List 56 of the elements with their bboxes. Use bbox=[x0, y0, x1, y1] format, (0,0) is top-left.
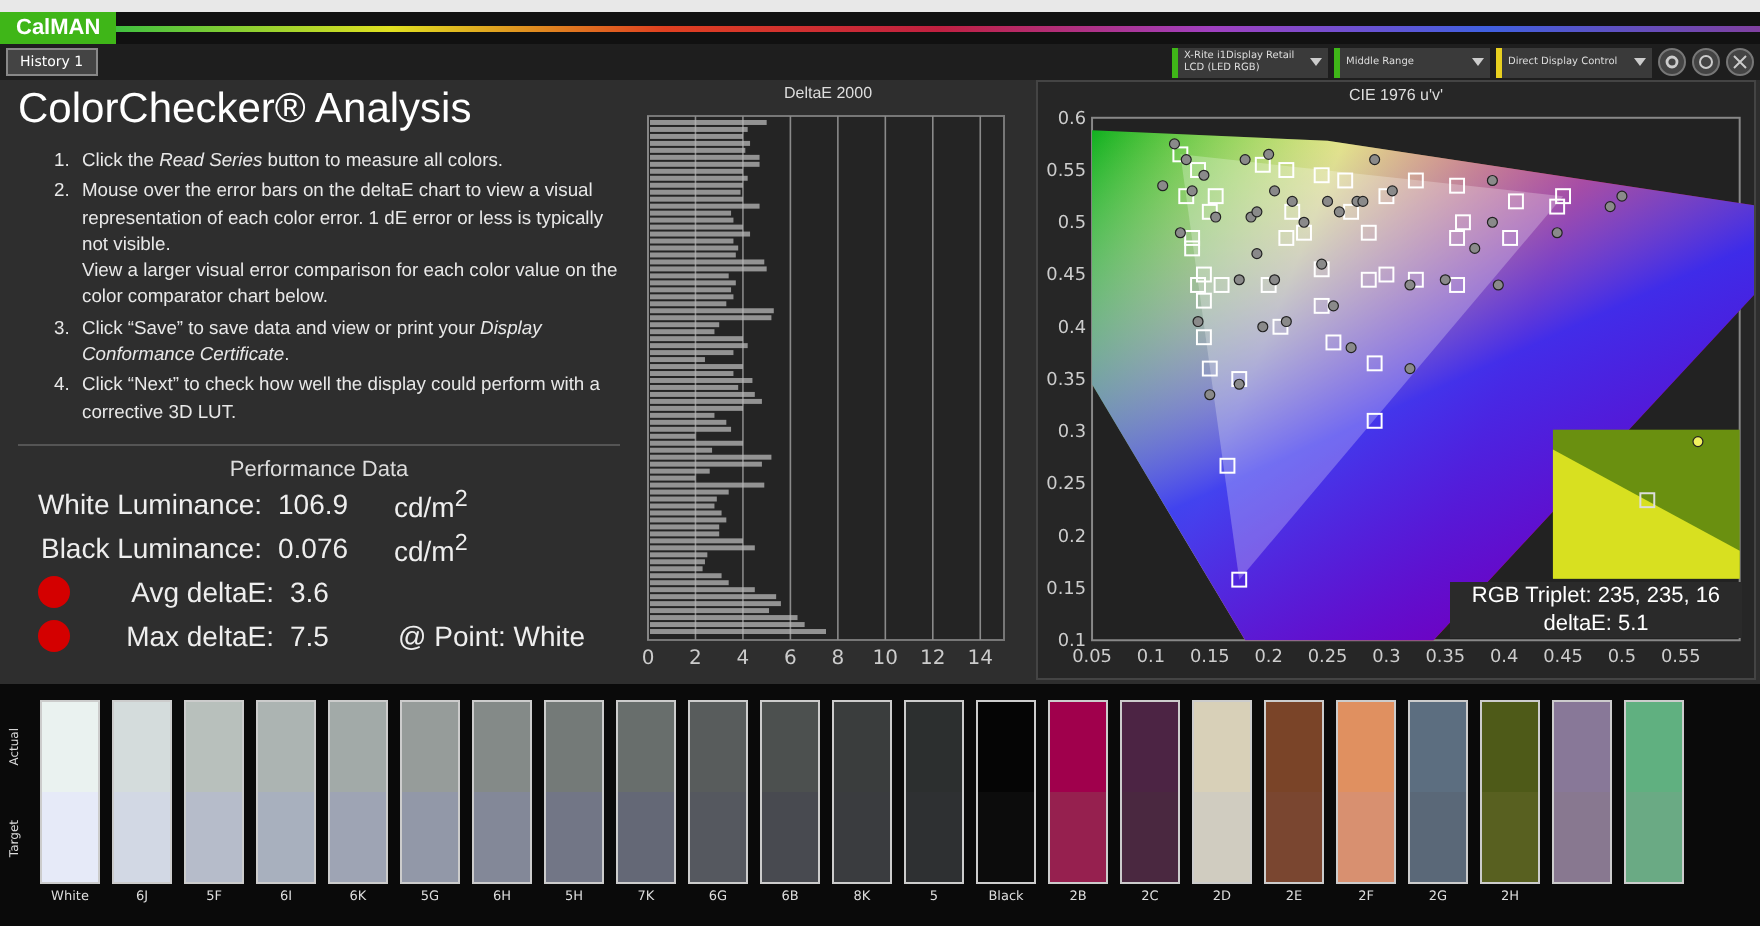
step-number: 2. bbox=[54, 176, 72, 205]
tick-label: 2 bbox=[689, 648, 702, 670]
tick-label: 0.2 bbox=[1254, 648, 1283, 669]
tick-label: 8 bbox=[831, 648, 845, 670]
tick-label: 0 bbox=[641, 648, 655, 670]
tick-label: 0.5 bbox=[1057, 214, 1087, 235]
app-logo: CalMAN bbox=[0, 12, 117, 44]
tick-label: 10 bbox=[872, 648, 899, 670]
tick-label: 0.55 bbox=[1660, 648, 1701, 669]
metric-label: Max deltaE: bbox=[124, 619, 274, 652]
step-text: Mouse over the error bars on the deltaE chart to view a visual representation of each color error. 1 dE error or less is typically not visible. bbox=[82, 176, 606, 257]
tick-label: 0.5 bbox=[1607, 648, 1637, 669]
step-text: Click “Next” to check how well the display could perform with a corrective 3D LUT. bbox=[82, 370, 602, 424]
tick-label: 0.05 bbox=[1072, 648, 1112, 669]
chart-title: DeltaE 2000 bbox=[783, 84, 873, 104]
metric-label: White Luminance: bbox=[35, 487, 262, 520]
metric-label: Black Luminance: bbox=[38, 531, 262, 564]
chart-title: CIE 1976 u'v' bbox=[1348, 86, 1444, 106]
tick-label: 0.15 bbox=[1189, 648, 1230, 669]
metric-point: @ Point: White bbox=[398, 619, 586, 652]
step-text: Click the Read Series button to measure all colors. bbox=[82, 146, 504, 173]
step-number: 3. bbox=[54, 313, 72, 342]
tick-label: 0.35 bbox=[1425, 648, 1466, 669]
tick-label: 0.15 bbox=[1046, 579, 1087, 600]
page-title: ColorChecker® Analysis bbox=[18, 86, 474, 134]
tick-label: 12 bbox=[920, 648, 946, 670]
tick-label: 0.6 bbox=[1057, 109, 1087, 130]
tick-label: 0.25 bbox=[1307, 648, 1348, 669]
deltae-readout: deltaE: 5.1 bbox=[1543, 610, 1649, 638]
metric-value: 106.9 bbox=[278, 487, 351, 520]
step-text: Click “Save” to save data and view or print your Display Conformance Certificate. bbox=[82, 313, 545, 367]
metric-value: 0.076 bbox=[278, 531, 351, 564]
metric-value: 7.5 bbox=[290, 619, 331, 652]
tick-label: 0.35 bbox=[1046, 371, 1087, 391]
metric-value: 3.6 bbox=[290, 575, 331, 608]
rgb-triplet: RGB Triplet: 235, 235, 16 bbox=[1471, 582, 1721, 610]
step-number: 1. bbox=[54, 146, 72, 173]
metric-label: Avg deltaE: bbox=[129, 575, 274, 608]
tick-label: 0.25 bbox=[1046, 475, 1087, 496]
tick-label: 0.45 bbox=[1046, 266, 1087, 287]
tick-label: 0.55 bbox=[1046, 162, 1087, 182]
step-note: View a larger visual error comparison for each color value on the color comparator chart below. bbox=[82, 256, 620, 310]
tick-label: 0.45 bbox=[1543, 648, 1583, 669]
metric-unit: cd/m$^{2}$ bbox=[394, 485, 468, 523]
tick-label: 14 bbox=[967, 648, 993, 670]
tick-label: 0.4 bbox=[1489, 648, 1519, 669]
section-title: Performance Data bbox=[227, 457, 411, 482]
step-number: 4. bbox=[54, 370, 72, 399]
metric-unit: cd/m$^{2}$ bbox=[394, 529, 468, 567]
tick-label: 0.3 bbox=[1057, 423, 1087, 444]
tick-label: 6 bbox=[784, 648, 797, 670]
tick-label: 0.3 bbox=[1372, 648, 1401, 669]
tick-label: 0.1 bbox=[1136, 648, 1166, 669]
tick-label: 0.4 bbox=[1057, 318, 1087, 339]
tick-label: 0.2 bbox=[1057, 527, 1087, 548]
tick-label: 4 bbox=[736, 648, 750, 670]
